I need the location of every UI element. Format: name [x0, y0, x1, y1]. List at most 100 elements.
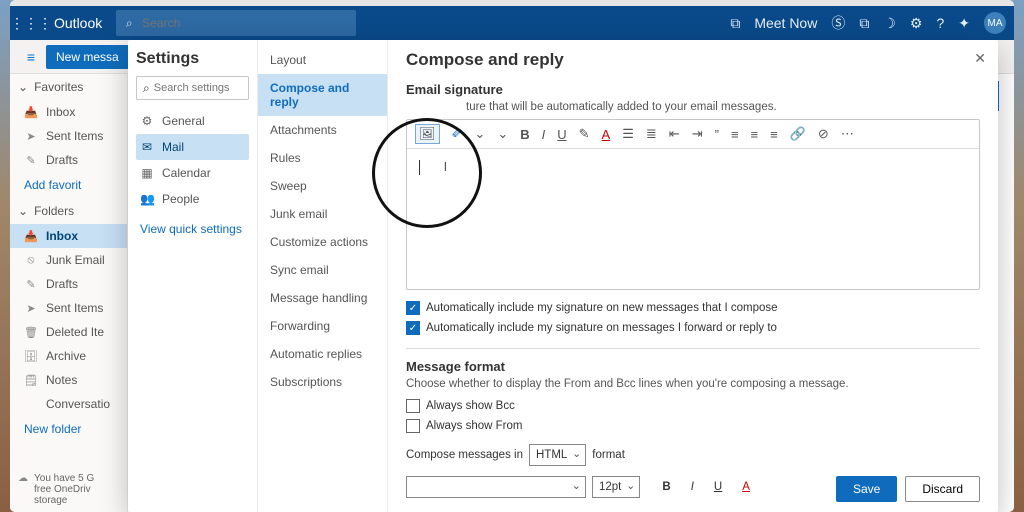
view-quick-settings[interactable]: View quick settings	[136, 212, 249, 246]
font-size-select[interactable]: 12pt	[592, 476, 640, 498]
settings-gear-icon[interactable]: ⚙	[910, 15, 923, 32]
font-size-select[interactable]: ⌄	[497, 126, 508, 142]
italic-icon[interactable]: I	[542, 127, 546, 142]
inbox-icon: 📥	[24, 230, 38, 243]
cat-mail[interactable]: ✉Mail	[136, 134, 249, 160]
whatsnew-icon[interactable]: ✦	[958, 15, 970, 32]
notifications-icon[interactable]: ☽	[883, 15, 896, 32]
cat-people[interactable]: 👥People	[136, 186, 249, 212]
sub-attachments[interactable]: Attachments	[258, 116, 387, 144]
help-icon[interactable]: ?	[936, 15, 944, 31]
sub-sweep[interactable]: Sweep	[258, 172, 387, 200]
sub-forwarding[interactable]: Forwarding	[258, 312, 387, 340]
italic-icon[interactable]: I	[691, 481, 694, 493]
settings-search[interactable]: ⌕	[136, 76, 249, 100]
always-from-checkbox[interactable]: Always show From	[406, 416, 980, 436]
nav-archive[interactable]: 🗄Archive	[10, 344, 127, 368]
format-painter-icon[interactable]: ✐	[452, 126, 463, 142]
sub-rules[interactable]: Rules	[258, 144, 387, 172]
sub-layout[interactable]: Layout	[258, 46, 387, 74]
new-message-button[interactable]: New messa	[46, 45, 129, 69]
numbering-icon[interactable]: ≣	[646, 126, 657, 142]
quote-icon[interactable]: ”	[715, 127, 719, 142]
trash-icon: 🗑	[24, 326, 38, 339]
panel-title: Compose and reply	[406, 50, 980, 70]
nav-conversation[interactable]: Conversatio	[10, 392, 127, 416]
settings-content: ✕ Compose and reply Email signature ture…	[388, 40, 998, 512]
align-right-icon[interactable]: ≡	[770, 127, 778, 142]
save-button[interactable]: Save	[836, 476, 897, 502]
cat-general[interactable]: ⚙General	[136, 108, 249, 134]
include-sig-reply-checkbox[interactable]: ✓ Automatically include my signature on …	[406, 318, 980, 338]
font-color-icon[interactable]: A	[602, 127, 611, 142]
search-icon: ⌕	[116, 16, 142, 31]
nav-deleted[interactable]: 🗑Deleted Ite	[10, 320, 127, 344]
nav-sent[interactable]: ➤Sent Items	[10, 296, 127, 320]
sub-customize[interactable]: Customize actions	[258, 228, 387, 256]
nav-inbox-fav[interactable]: 📥Inbox	[10, 100, 127, 124]
nav-drafts-fav[interactable]: ✎Drafts	[10, 148, 127, 172]
always-bcc-checkbox[interactable]: Always show Bcc	[406, 396, 980, 416]
outlook-topbar: ⋮⋮⋮ Outlook ⌕ ⧉ Meet Now Ⓢ ⧉ ☽ ⚙ ? ✦ MA	[10, 6, 1014, 40]
message-format-desc: Choose whether to display the From and B…	[406, 378, 980, 390]
indent-icon[interactable]: ⇥	[692, 126, 703, 142]
favorites-section[interactable]: ⌄Favorites	[10, 74, 127, 100]
nav-junk[interactable]: ⦸Junk Email	[10, 248, 127, 272]
include-sig-new-checkbox[interactable]: ✓ Automatically include my signature on …	[406, 298, 980, 318]
underline-icon[interactable]: U	[714, 481, 722, 493]
outdent-icon[interactable]: ⇤	[669, 126, 680, 142]
more-icon[interactable]: ⋯	[841, 126, 854, 142]
settings-subcategories: Layout Compose and reply Attachments Rul…	[258, 40, 388, 512]
nav-inbox[interactable]: 📥Inbox	[10, 224, 127, 248]
bold-icon[interactable]: B	[520, 127, 529, 142]
meet-now-label[interactable]: Meet Now	[754, 15, 817, 31]
font-family-select[interactable]: ⌄	[474, 126, 485, 142]
settings-search-input[interactable]	[154, 82, 242, 94]
underline-icon[interactable]: U	[557, 127, 566, 142]
global-search[interactable]: ⌕	[116, 10, 356, 36]
font-family-select[interactable]	[406, 476, 586, 498]
hamburger-icon[interactable]: ≡	[16, 49, 46, 65]
align-left-icon[interactable]: ≡	[731, 127, 739, 142]
storage-notice: ☁ You have 5 G free OneDriv storage	[18, 473, 123, 506]
teams-icon[interactable]: ⧉	[859, 15, 869, 32]
cat-calendar[interactable]: ▦Calendar	[136, 160, 249, 186]
add-favorite-link[interactable]: Add favorit	[10, 172, 127, 198]
sub-subscriptions[interactable]: Subscriptions	[258, 368, 387, 396]
link-icon[interactable]: 🔗	[790, 126, 806, 142]
close-icon[interactable]: ✕	[974, 50, 986, 67]
bullets-icon[interactable]: ☰	[622, 126, 634, 142]
meet-now-icon[interactable]: ⧉	[730, 15, 740, 32]
nav-drafts[interactable]: ✎Drafts	[10, 272, 127, 296]
discard-button[interactable]: Discard	[905, 476, 980, 502]
archive-icon: 🗄	[24, 350, 38, 363]
nav-sent-fav[interactable]: ➤Sent Items	[10, 124, 127, 148]
highlight-icon[interactable]: ✎	[579, 126, 590, 142]
skype-icon[interactable]: Ⓢ	[831, 13, 845, 33]
compose-in-label: Compose messages in	[406, 449, 523, 461]
new-folder-link[interactable]: New folder	[10, 416, 127, 442]
gear-icon: ⚙	[140, 114, 154, 128]
align-center-icon[interactable]: ≡	[751, 127, 759, 142]
compose-format-select[interactable]: HTML	[529, 444, 586, 466]
font-color-icon[interactable]: A	[742, 481, 750, 493]
sub-junk[interactable]: Junk email	[258, 200, 387, 228]
sub-msg-handling[interactable]: Message handling	[258, 284, 387, 312]
insert-image-icon[interactable]: 🖼	[415, 124, 440, 144]
sub-auto-replies[interactable]: Automatic replies	[258, 340, 387, 368]
editor-toolbar: 🖼 ✐ ⌄ ⌄ B I U ✎ A ☰ ≣ ⇤ ⇥ ” ≡ ≡ ≡	[407, 120, 979, 149]
sub-compose-reply[interactable]: Compose and reply	[258, 74, 387, 116]
checkbox-icon	[406, 399, 420, 413]
app-name: Outlook	[44, 15, 112, 31]
folders-section[interactable]: ⌄Folders	[10, 198, 127, 224]
folder-nav: ⌄Favorites 📥Inbox ➤Sent Items ✎Drafts Ad…	[10, 74, 128, 512]
nav-notes[interactable]: 🗒Notes	[10, 368, 127, 392]
signature-textarea[interactable]: I	[407, 149, 979, 289]
settings-title: Settings	[136, 50, 249, 68]
bold-icon[interactable]: B	[662, 481, 670, 493]
unlink-icon[interactable]: ⊘	[818, 126, 829, 142]
sub-sync[interactable]: Sync email	[258, 256, 387, 284]
search-input[interactable]	[142, 16, 297, 30]
app-launcher-icon[interactable]: ⋮⋮⋮	[10, 15, 44, 32]
avatar[interactable]: MA	[984, 12, 1006, 34]
